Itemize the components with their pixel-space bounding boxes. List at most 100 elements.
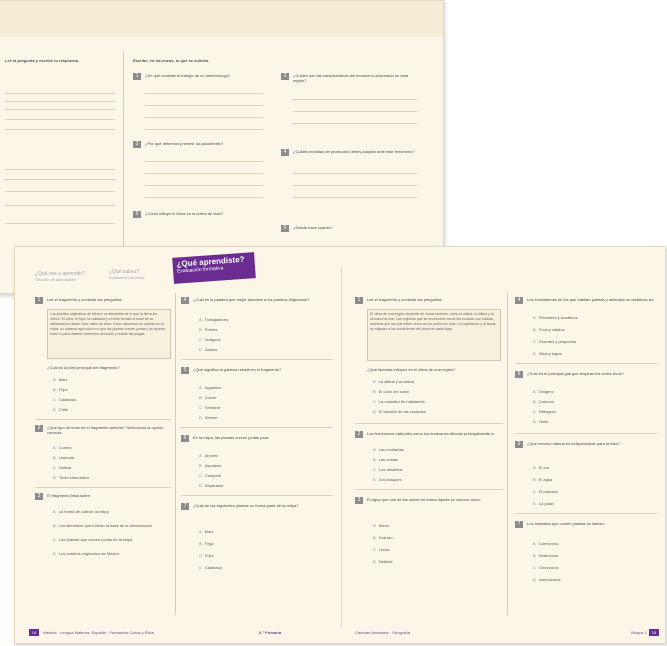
answer-option[interactable]: D Los pueblos originarios de México [53,551,119,556]
tab-section-activities[interactable]: ¿Qué vas a aprender? Sección de activida… [35,271,95,283]
left-question-3-text: El fragmento trata sobre: [47,493,92,498]
answer-option-letter: C [199,473,202,478]
answer-option-letter: A [533,541,536,546]
answer-option[interactable]: D Helio [533,419,548,424]
answer-option[interactable]: C Lluvia [373,547,389,552]
answer-option-text: Antiguos [204,337,221,342]
back-spread-top-band [0,1,443,37]
front-spread: ¿Qué vas a aprender? Sección de activida… [14,246,666,644]
answer-option[interactable]: D Altos y bajos [533,351,562,356]
answer-option[interactable]: C Sembrar [199,405,220,410]
answer-option[interactable]: A La altitud y la latitud [373,379,414,384]
answer-option[interactable]: A Maíz [199,529,213,534]
answer-option[interactable]: B Carbono [533,399,554,404]
answer-option[interactable]: D Neblina [373,559,392,564]
answer-option[interactable]: A Cuento [53,445,72,450]
answer-option[interactable]: B Ayudarse [199,463,222,468]
answer-option-text: Granizo [378,535,393,540]
answer-option[interactable]: B Pobres [199,327,217,332]
answer-option-text: Vencer [204,415,218,420]
answer-option-letter: B [373,457,376,462]
answer-option[interactable]: D Vencer [199,415,217,420]
answer-option[interactable]: B Frijol [53,387,67,392]
answer-option[interactable]: B Las costas [373,457,398,462]
answer-option[interactable]: A Maíz [53,377,67,382]
answer-option-text: Las costas [378,457,398,462]
answer-option-letter: D [199,483,202,488]
right-page-column-rule [507,293,508,615]
answer-option-letter: B [53,387,56,392]
answer-option[interactable]: D La plata [533,501,553,506]
answer-option[interactable]: C Grandes y pequeños [533,339,576,344]
answer-option[interactable]: A Terrestres y acuáticos [533,315,578,320]
right-question-5-text: ¿Cuál es el principal gas que respiran l… [527,371,624,376]
answer-option[interactable]: C Frijol [199,553,214,558]
back-answer-line [145,129,263,130]
answer-option[interactable]: B Crecer [199,395,217,400]
left-question-1-header: Lee el fragmento y contesta las pregunta… [47,297,123,302]
answer-option[interactable]: D Texto informativo [53,475,89,480]
answer-option-letter: A [53,509,56,514]
answer-option[interactable]: A Las montañas [373,447,404,452]
answer-option[interactable]: D Los bosques [373,477,402,482]
right-question-6-number: 6 [515,441,523,448]
answer-option-letter: B [199,327,202,332]
answer-option-letter: D [533,419,536,424]
answer-option[interactable]: C La cantidad de habitantes [373,399,425,404]
answer-option-letter: B [199,541,202,546]
answer-option[interactable]: D Insectívoros [533,577,560,582]
answer-option[interactable]: C Competir [199,473,221,478]
answer-option[interactable]: D Separarse [199,483,223,488]
answer-option[interactable]: B Fríos y cálidos [533,327,564,332]
answer-option-letter: B [373,389,376,394]
left-question-2-text: ¿Qué tipo de texto es el fragmento anter… [47,425,164,435]
answer-option[interactable]: B Granizo [373,535,393,540]
answer-option[interactable]: D Calabaza [199,565,222,570]
back-left-line [5,119,115,120]
answer-option[interactable]: A Carnívoros [533,541,558,546]
tab-what-you-learned[interactable]: ¿Qué aprendiste? Evaluación formativa [172,252,256,284]
answer-option[interactable]: B Leyenda [53,455,74,460]
answer-option-letter: C [533,409,536,414]
answer-option[interactable]: C Nitrógeno [533,409,556,414]
back-right-heading: Escribe, en las líneas, lo que se solici… [133,58,210,63]
answer-option[interactable]: A El oro [533,465,549,470]
answer-option[interactable]: D Sabios [199,347,217,352]
answer-option-letter: C [199,553,202,558]
answer-option[interactable]: C Antiguos [199,337,220,342]
answer-option[interactable]: C Las plantas que crecen juntas en la mil… [53,537,133,542]
answer-option-letter: B [53,455,56,460]
answer-option[interactable]: D El tamaño de las ciudades [373,409,426,414]
answer-option-text: Los desiertos [378,467,403,472]
answer-option-text: Terrestres y acuáticos [538,315,578,320]
answer-option[interactable]: C Omnívoros [533,565,558,570]
answer-option-text: Crecer [204,395,217,400]
answer-option[interactable]: B Los alimentos que forman la base de la … [53,523,152,528]
answer-option[interactable]: B El agua [533,477,552,482]
answer-option-letter: D [53,475,56,480]
answer-option[interactable]: C Los desiertos [373,467,403,472]
tab-initial-evaluation[interactable]: ¿Qué sabes? Evaluación de inicio [109,269,169,281]
back-question-text: ¿Cómo influye el clima en la forma de vi… [145,211,223,216]
answer-option[interactable]: C El petróleo [533,489,558,494]
answer-option-letter: C [533,565,536,570]
answer-option-letter: B [199,463,202,468]
right-question-2-text: Los fenómenos naturales como los huracan… [367,431,495,436]
answer-option[interactable]: C Noticia [53,465,71,470]
answer-option[interactable]: A Aguantar [199,385,221,390]
answer-option[interactable]: A La forma de cultivar la milpa [53,509,109,514]
answer-option-letter: B [533,553,536,558]
answer-option-text: Leyenda [58,455,75,460]
answer-option[interactable]: A Trabajadores [199,317,228,322]
answer-option-text: Insectívoros [538,577,561,582]
answer-option[interactable]: D Chile [53,407,68,412]
answer-option[interactable]: A Oxígeno [533,389,554,394]
right-divider [515,513,657,514]
answer-option[interactable]: B El color del suelo [373,389,409,394]
answer-option[interactable]: A Ahorrar [199,453,218,458]
answer-option[interactable]: A Nieve [373,523,389,528]
answer-option-letter: D [199,565,202,570]
answer-option[interactable]: B Herbívoros [533,553,558,558]
answer-option[interactable]: C Calabaza [53,397,76,402]
answer-option[interactable]: B Trigo [199,541,214,546]
